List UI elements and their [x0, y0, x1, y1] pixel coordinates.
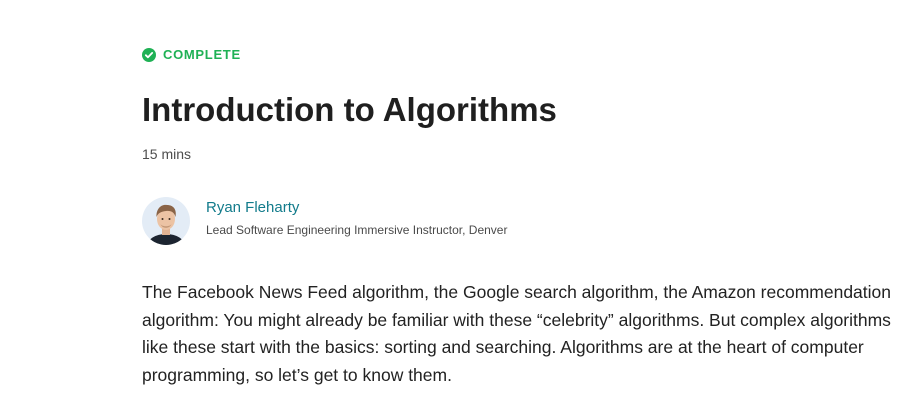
- author-name-link[interactable]: Ryan Fleharty: [206, 198, 507, 218]
- page-title: Introduction to Algorithms: [142, 91, 557, 128]
- avatar: [142, 197, 190, 245]
- check-circle-icon: [142, 48, 156, 62]
- author-block: Ryan Fleharty Lead Software Engineering …: [142, 197, 507, 245]
- author-details: Ryan Fleharty Lead Software Engineering …: [206, 199, 508, 238]
- lesson-duration: 15 mins: [142, 146, 192, 162]
- author-role: Lead Software Engineering Immersive Inst…: [206, 223, 508, 237]
- intro-paragraph: The Facebook News Feed algorithm, the Go…: [142, 282, 891, 386]
- completion-status: COMPLETE: [142, 47, 241, 63]
- status-label: COMPLETE: [163, 47, 241, 62]
